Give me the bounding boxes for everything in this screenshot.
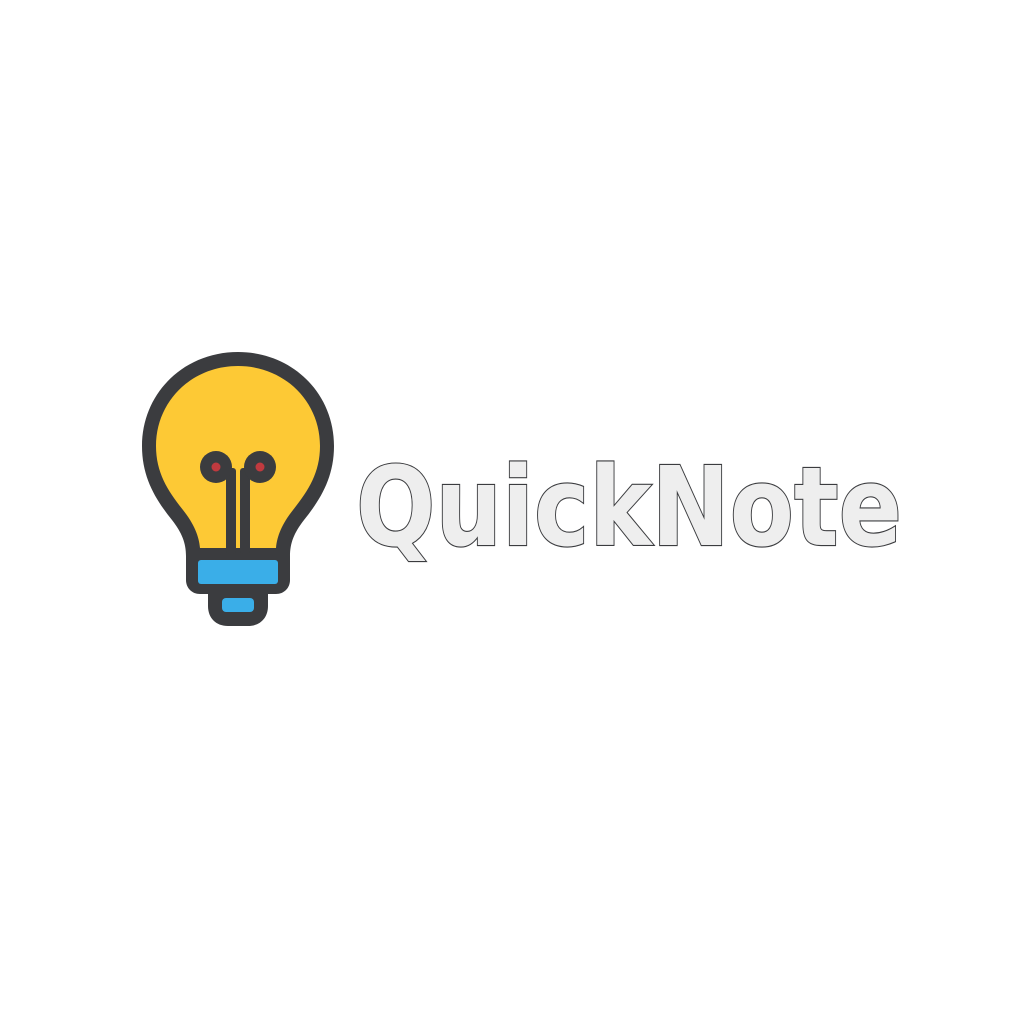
brand-name: QuickNote [356, 445, 902, 565]
bulb-base-band [198, 560, 278, 584]
filament-dot-right [255, 462, 265, 472]
filament-dot-left [211, 462, 221, 472]
bulb-base-tip [222, 598, 254, 612]
filament-stem-right [240, 468, 250, 554]
filament-stem-left [226, 468, 236, 554]
logo-canvas: QuickNote [0, 0, 1024, 1024]
quicknote-logo: QuickNote [138, 348, 918, 633]
lightbulb-icon [142, 352, 334, 626]
wordmark: QuickNote [355, 445, 903, 565]
